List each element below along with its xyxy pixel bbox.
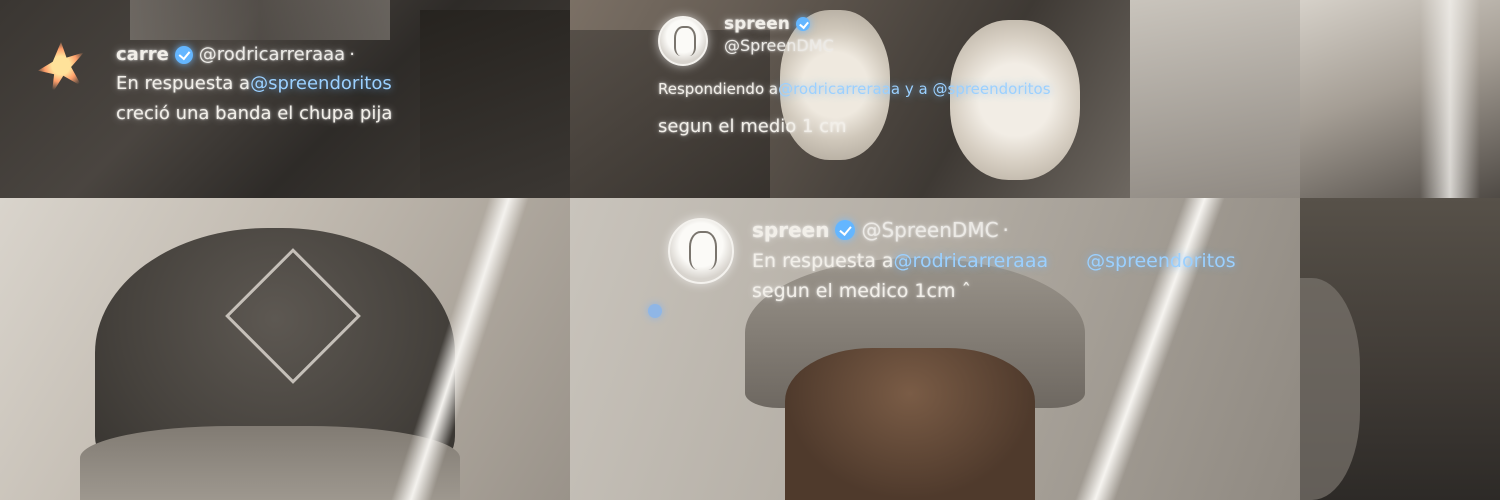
tweet-author-name[interactable]: spreen: [752, 218, 829, 242]
photo-panel-right-top: [1300, 0, 1500, 200]
tweet-separator: ·: [349, 44, 355, 65]
reply-prefix: Respondiendo a: [658, 80, 779, 98]
tweet-author-handle[interactable]: @rodricarreraaa: [199, 44, 345, 65]
window-light: [1130, 0, 1300, 198]
tweet-separator: ·: [1002, 218, 1009, 242]
reply-mention-link[interactable]: @spreendoritos: [250, 73, 392, 94]
verified-badge-icon: [835, 220, 856, 240]
tweet-text: creció una banda el chupa pija: [116, 103, 393, 124]
reply-mention-link-1[interactable]: @rodricarreraaa: [778, 80, 900, 98]
hoodie-fold: [420, 10, 570, 198]
verified-badge-icon: [795, 17, 810, 31]
collage-banner: carre @rodricarreraaa · En respuesta a @…: [0, 0, 1500, 500]
reply-mention-joiner: y a: [900, 80, 933, 98]
photo-panel-cap: [0, 198, 570, 500]
hoodie-print: [130, 0, 390, 40]
cabin-vent: [648, 304, 662, 318]
reply-prefix: En respuesta a: [116, 73, 251, 94]
profile-avatar[interactable]: [668, 218, 734, 284]
photo-panel-right-bottom: [1300, 198, 1500, 500]
tweet-text: segun el medio 1 cm: [658, 116, 847, 137]
tweet-author-name[interactable]: spreen: [724, 14, 790, 34]
face: [785, 348, 1035, 500]
verified-badge-icon: [174, 45, 193, 64]
tweet-author-handle[interactable]: @SpreenDMC: [724, 36, 834, 55]
reply-mention-link-2[interactable]: @spreendoritos: [1086, 250, 1236, 272]
headphone-right-cup: [950, 20, 1080, 180]
profile-avatar[interactable]: [658, 16, 708, 66]
tweet-author-handle[interactable]: @SpreenDMC: [861, 218, 998, 242]
reply-mention-link-1[interactable]: @rodricarreraaa: [894, 250, 1049, 272]
reply-prefix: En respuesta a: [752, 250, 894, 272]
tweet-text: segun el medico 1cm ˆ: [752, 280, 972, 302]
side-hoodie: [1300, 278, 1360, 500]
tweet-author-name[interactable]: carre: [116, 44, 169, 65]
ceiling-light-strip: [1420, 0, 1480, 200]
reply-mention-link-2[interactable]: @spreendoritos: [933, 80, 1051, 98]
